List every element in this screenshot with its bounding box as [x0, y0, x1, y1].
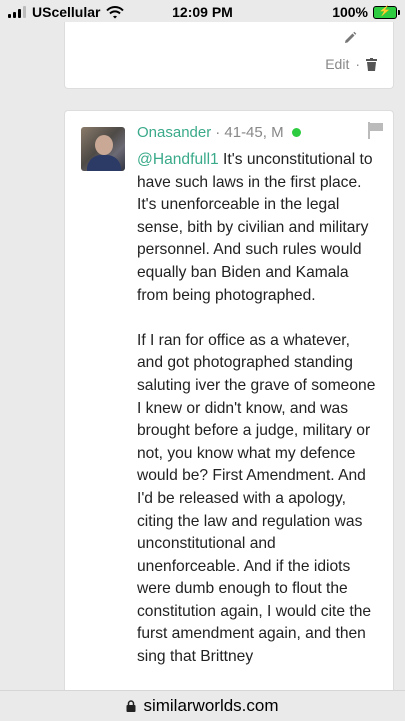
mention-link[interactable]: @Handfull1 — [137, 151, 219, 168]
author-line: Onasander · 41-45, M — [137, 124, 301, 141]
pencil-icon[interactable] — [343, 31, 357, 45]
previous-comment-card: Edit · — [64, 22, 394, 89]
lock-icon — [126, 700, 136, 712]
url-bar[interactable]: similarworlds.com — [0, 690, 405, 721]
comment-paragraph: @Handfull1 It's unconstitutional to have… — [137, 149, 377, 307]
edit-link[interactable]: Edit — [325, 56, 349, 72]
flag-icon[interactable] — [367, 121, 385, 139]
avatar[interactable] — [81, 127, 125, 171]
author-meta: · 41-45, M — [215, 124, 284, 141]
battery-group: 100% ⚡ — [332, 4, 400, 20]
online-status-icon — [291, 128, 301, 137]
separator: · — [355, 56, 360, 72]
comment-card: Onasander · 41-45, M @Handfull1 It's unc… — [64, 110, 394, 711]
battery-icon: ⚡ — [373, 5, 400, 19]
author-name[interactable]: Onasander — [137, 124, 211, 141]
comment-text: It's unconstitutional to have such laws … — [137, 151, 373, 304]
battery-percent: 100% — [332, 4, 368, 20]
comment-body: @Handfull1 It's unconstitutional to have… — [137, 149, 377, 691]
trash-icon[interactable] — [366, 57, 377, 71]
url-domain: similarworlds.com — [143, 696, 279, 715]
comment-paragraph: If I ran for office as a whatever, and g… — [137, 331, 376, 666]
status-bar: UScellular 12:09 PM 100% ⚡ — [0, 0, 405, 24]
edit-actions: Edit · — [325, 56, 377, 72]
